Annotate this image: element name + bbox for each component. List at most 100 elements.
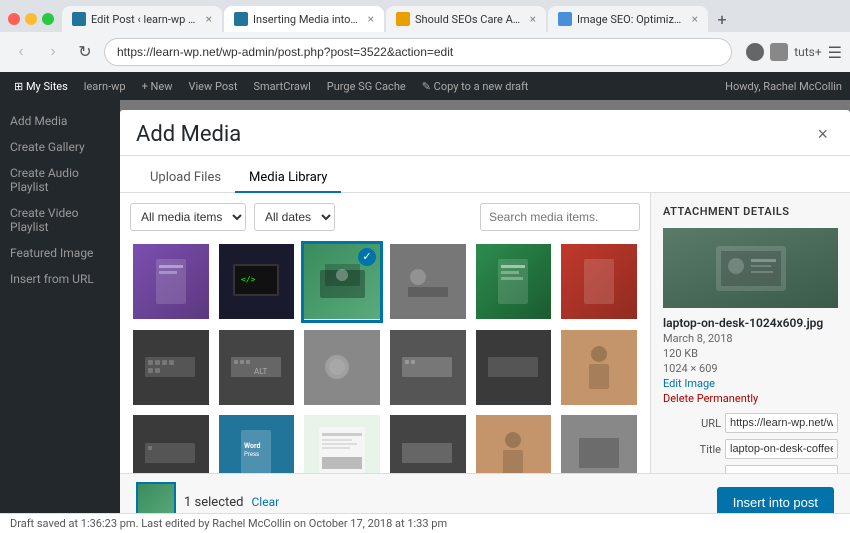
modal-body: All media items All dates bbox=[120, 193, 850, 473]
maximize-window-button[interactable] bbox=[42, 13, 54, 25]
media-item[interactable] bbox=[387, 241, 469, 323]
tab-bar: Edit Post ‹ learn-wp — WordP… × Insertin… bbox=[0, 0, 850, 32]
attachment-filename: laptop-on-desk-1024x609.jpg bbox=[663, 316, 838, 330]
title-input[interactable] bbox=[725, 439, 838, 459]
media-search-input[interactable] bbox=[480, 203, 640, 231]
admin-bar-new[interactable]: + New bbox=[136, 78, 179, 95]
minimize-window-button[interactable] bbox=[25, 13, 37, 25]
title-field-row: Title bbox=[663, 439, 838, 459]
url-label: URL bbox=[663, 417, 721, 430]
status-bar: Draft saved at 1:36:23 pm. Last edited b… bbox=[0, 513, 850, 533]
brand-label: tuts+ bbox=[794, 45, 821, 59]
media-item[interactable]: WordPress bbox=[216, 412, 298, 473]
footer-selected-count: 1 selected bbox=[184, 495, 243, 510]
svg-text:Word: Word bbox=[244, 442, 260, 450]
footer-clear-link[interactable]: Clear bbox=[251, 495, 279, 509]
filter-date-select[interactable]: All dates bbox=[254, 203, 335, 231]
tab-media-library[interactable]: Media Library bbox=[235, 164, 341, 193]
media-item[interactable] bbox=[130, 327, 212, 409]
media-item-selected[interactable] bbox=[301, 241, 383, 323]
attachment-details-header: ATTACHMENT DETAILS bbox=[663, 205, 838, 218]
browser-tab-1[interactable]: Edit Post ‹ learn-wp — WordP… × bbox=[62, 6, 222, 32]
wp-admin-bar: ⊞ My Sites learn-wp + New View Post Smar… bbox=[0, 72, 850, 100]
address-bar[interactable] bbox=[104, 38, 732, 66]
browser-controls: ‹ › ↻ tuts+ ☰ bbox=[0, 32, 850, 72]
footer-thumbnail bbox=[136, 482, 176, 513]
media-item[interactable] bbox=[558, 241, 640, 323]
media-grid: </> bbox=[130, 241, 640, 473]
content-area: Add Media × Upload Files Media Library bbox=[120, 100, 850, 513]
attachment-filesize: 120 KB bbox=[663, 347, 838, 360]
media-item[interactable] bbox=[301, 412, 383, 473]
sidebar-item-create-gallery[interactable]: Create Gallery bbox=[0, 134, 120, 160]
tab-title-3: Should SEOs Care About Inter… bbox=[415, 13, 521, 26]
filter-type-select[interactable]: All media items bbox=[130, 203, 246, 231]
media-item[interactable]: ALT bbox=[216, 327, 298, 409]
menu-icon[interactable]: ☰ bbox=[828, 43, 842, 62]
media-grid-area: All media items All dates bbox=[120, 193, 650, 473]
browser-tab-3[interactable]: Should SEOs Care About Inter… × bbox=[386, 6, 546, 32]
insert-into-post-button[interactable]: Insert into post bbox=[717, 487, 834, 514]
modal-footer: 1 selected Clear Insert into post bbox=[120, 473, 850, 513]
admin-bar-my-sites[interactable]: ⊞ My Sites bbox=[8, 78, 74, 95]
edit-image-link[interactable]: Edit Image bbox=[663, 377, 838, 390]
close-window-button[interactable] bbox=[8, 13, 20, 25]
sidebar-item-featured-image[interactable]: Featured Image bbox=[0, 240, 120, 266]
tab-upload-files[interactable]: Upload Files bbox=[136, 164, 235, 193]
media-item[interactable] bbox=[473, 412, 555, 473]
media-item[interactable] bbox=[473, 327, 555, 409]
back-button[interactable]: ‹ bbox=[8, 39, 34, 65]
traffic-lights bbox=[8, 13, 54, 25]
sidebar-item-video-playlist[interactable]: Create Video Playlist bbox=[0, 200, 120, 240]
media-item[interactable] bbox=[558, 412, 640, 473]
svg-text:</>: </> bbox=[241, 275, 256, 284]
admin-bar-view-post[interactable]: View Post bbox=[183, 78, 244, 95]
wp-sidebar: Add Media Create Gallery Create Audio Pl… bbox=[0, 100, 120, 513]
attachment-fields: URL Title Caption bbox=[663, 413, 838, 473]
tab-title-2: Inserting Media into Posts and… bbox=[253, 13, 359, 26]
modal-overlay: Add Media × Upload Files Media Library bbox=[120, 100, 850, 513]
media-item[interactable] bbox=[387, 412, 469, 473]
admin-bar-smartcrawl[interactable]: SmartCrawl bbox=[247, 78, 316, 95]
media-item[interactable] bbox=[130, 412, 212, 473]
media-item[interactable] bbox=[301, 327, 383, 409]
media-item[interactable] bbox=[558, 327, 640, 409]
tab-close-1[interactable]: × bbox=[206, 12, 212, 26]
reload-button[interactable]: ↻ bbox=[72, 39, 98, 65]
tab-close-2[interactable]: × bbox=[368, 12, 374, 26]
tab-close-3[interactable]: × bbox=[530, 12, 536, 26]
admin-bar-copy[interactable]: ✎ Copy to a new draft bbox=[416, 78, 535, 95]
browser-extensions: tuts+ ☰ bbox=[746, 43, 842, 62]
media-toolbar: All media items All dates bbox=[130, 203, 640, 231]
caption-textarea[interactable] bbox=[725, 465, 838, 473]
delete-permanently-link[interactable]: Delete Permanently bbox=[663, 392, 838, 405]
title-label: Title bbox=[663, 443, 721, 456]
forward-button[interactable]: › bbox=[40, 39, 66, 65]
url-input[interactable] bbox=[725, 413, 838, 433]
media-item[interactable]: </> bbox=[216, 241, 298, 323]
attachment-preview bbox=[663, 228, 838, 308]
admin-bar-greeting[interactable]: Howdy, Rachel McCollin bbox=[725, 80, 842, 93]
modal-header: Add Media × bbox=[120, 110, 850, 156]
svg-text:Press: Press bbox=[244, 451, 259, 458]
browser-tab-2[interactable]: Inserting Media into Posts and… × bbox=[224, 6, 384, 32]
modal-close-button[interactable]: × bbox=[811, 122, 834, 147]
footer-selected-area: 1 selected Clear bbox=[136, 482, 279, 513]
media-item[interactable] bbox=[473, 241, 555, 323]
admin-bar-site[interactable]: learn-wp bbox=[78, 78, 132, 95]
media-item[interactable] bbox=[130, 241, 212, 323]
extension-icon-2[interactable] bbox=[770, 43, 788, 61]
extension-icon-1[interactable] bbox=[746, 43, 764, 61]
sidebar-item-insert-url[interactable]: Insert from URL bbox=[0, 266, 120, 292]
admin-bar-purge[interactable]: Purge SG Cache bbox=[321, 78, 412, 95]
sidebar-item-audio-playlist[interactable]: Create Audio Playlist bbox=[0, 160, 120, 200]
media-item[interactable] bbox=[387, 327, 469, 409]
browser-tab-4[interactable]: Image SEO: Optimizing Image… × bbox=[548, 6, 708, 32]
modal-tabs: Upload Files Media Library bbox=[120, 156, 850, 193]
sidebar-item-add-media[interactable]: Add Media bbox=[0, 108, 120, 134]
svg-text:ALT: ALT bbox=[254, 367, 267, 376]
new-tab-button[interactable]: + bbox=[710, 7, 734, 31]
tab-close-4[interactable]: × bbox=[692, 12, 698, 26]
caption-field-row: Caption bbox=[663, 465, 838, 473]
tab-favicon-1 bbox=[72, 12, 86, 26]
